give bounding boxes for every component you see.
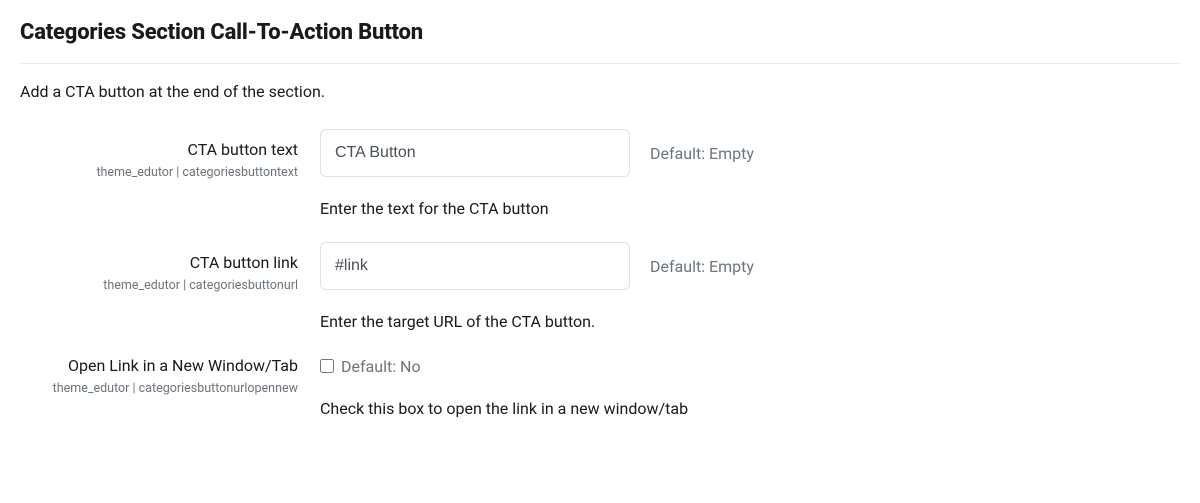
label-col: CTA button link theme_edutor | categorie… <box>20 242 320 295</box>
field-desc-cta-button-text: Enter the text for the CTA button <box>320 199 1180 218</box>
field-desc-cta-button-link: Enter the target URL of the CTA button. <box>320 312 1180 331</box>
section-divider <box>20 63 1180 64</box>
section-title: Categories Section Call-To-Action Button <box>20 20 1180 45</box>
field-key-cta-button-link: theme_edutor | categoriesbuttonurl <box>20 277 298 295</box>
setting-row-cta-button-text: CTA button text theme_edutor | categorie… <box>20 129 1180 228</box>
control-col: Default: Empty Enter the target URL of t… <box>320 242 1180 341</box>
field-desc-open-new-window: Check this box to open the link in a new… <box>320 399 1180 418</box>
field-key-open-new-window: theme_edutor | categoriesbuttonurlopenne… <box>20 380 298 398</box>
control-col: Default: Empty Enter the text for the CT… <box>320 129 1180 228</box>
field-label-cta-button-text: CTA button text <box>20 139 298 161</box>
cta-button-link-input[interactable] <box>320 242 630 290</box>
default-hint-cta-button-text: Default: Empty <box>650 144 754 163</box>
label-col: Open Link in a New Window/Tab theme_edut… <box>20 355 320 398</box>
field-label-open-new-window: Open Link in a New Window/Tab <box>20 355 298 377</box>
setting-row-open-new-window: Open Link in a New Window/Tab theme_edut… <box>20 355 1180 428</box>
field-key-cta-button-text: theme_edutor | categoriesbuttontext <box>20 164 298 182</box>
default-hint-cta-button-link: Default: Empty <box>650 257 754 276</box>
control-line: Default: Empty <box>320 242 1180 290</box>
setting-row-cta-button-link: CTA button link theme_edutor | categorie… <box>20 242 1180 341</box>
open-new-window-checkbox[interactable] <box>320 359 334 373</box>
checkbox-line: Default: No <box>320 355 1180 377</box>
label-col: CTA button text theme_edutor | categorie… <box>20 129 320 182</box>
cta-button-text-input[interactable] <box>320 129 630 177</box>
default-hint-open-new-window: Default: No <box>341 357 421 376</box>
field-label-cta-button-link: CTA button link <box>20 252 298 274</box>
control-line: Default: Empty <box>320 129 1180 177</box>
control-col: Default: No Check this box to open the l… <box>320 355 1180 428</box>
section-description: Add a CTA button at the end of the secti… <box>20 82 1180 101</box>
